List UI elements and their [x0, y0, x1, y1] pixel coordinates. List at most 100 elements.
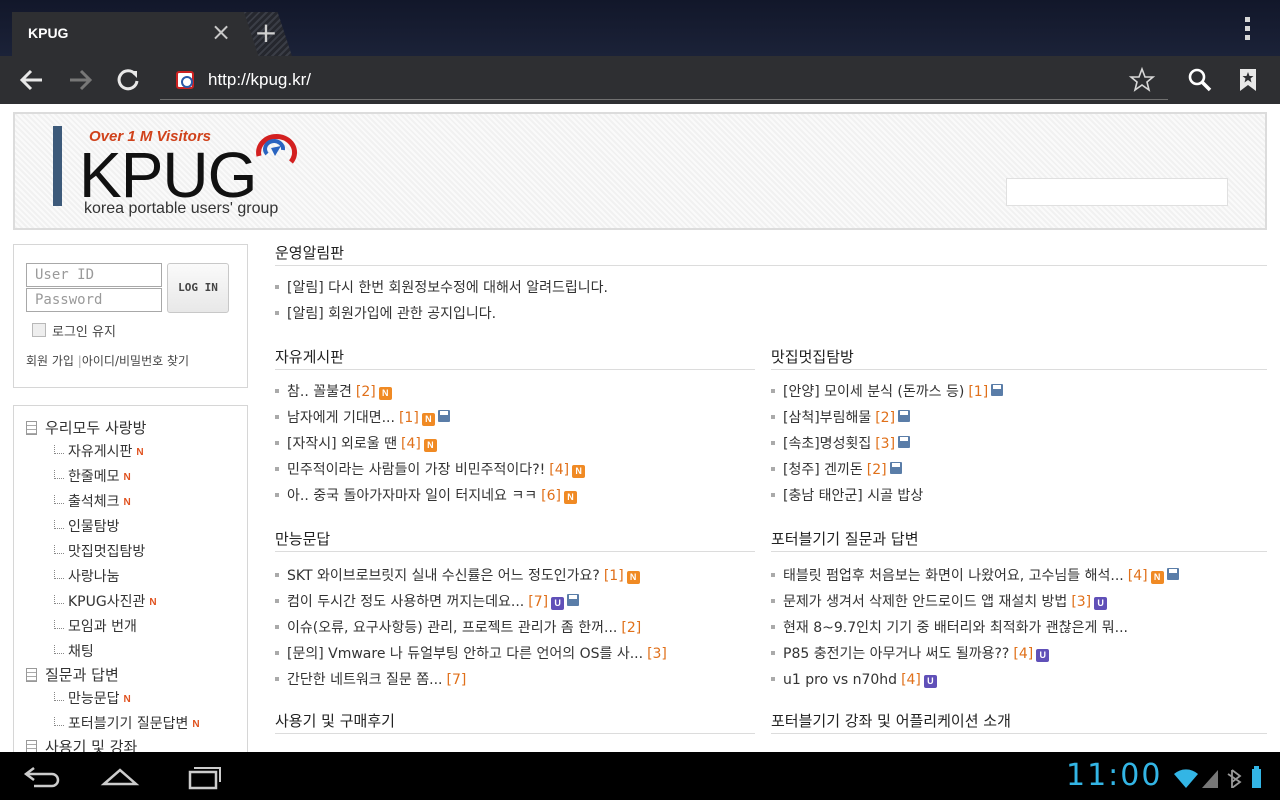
nav-category-qa[interactable]: 질문과 답변 — [26, 664, 119, 685]
login-links: 회원 가입 |아이디/비밀번호 찾기 — [26, 354, 190, 368]
tree-branch-icon — [54, 445, 64, 454]
notice-list: [알림] 다시 한번 회원정보수정에 대해서 알려드립니다. [알림] 회원가입… — [275, 275, 608, 327]
tree-branch-icon — [54, 470, 64, 479]
board-title-food[interactable]: 맛집멋집탐방 — [771, 346, 1267, 370]
status-icons[interactable] — [1172, 766, 1272, 788]
board-title-reviews[interactable]: 사용기 및 구매후기 — [275, 710, 755, 734]
list-item[interactable]: P85 충전기는 아무거나 써도 될까용?? [4] U — [771, 641, 1179, 667]
comment-count: [2] — [355, 384, 376, 400]
new-badge-icon: N — [563, 491, 577, 504]
list-item[interactable]: 이슈(오류, 요구사항등) 관리, 프로젝트 관리가 좀 한꺼... [2] — [275, 615, 667, 641]
find-account-link[interactable]: 아이디/비밀번호 찾기 — [82, 354, 189, 368]
overflow-menu-icon[interactable] — [1238, 14, 1258, 42]
reload-icon[interactable] — [108, 56, 148, 104]
bluetooth-icon — [1227, 769, 1242, 788]
system-recent-apps-icon[interactable] — [182, 760, 222, 792]
tree-branch-icon — [54, 595, 64, 604]
board-title-lectures[interactable]: 포터블기기 강좌 및 어플리케이션 소개 — [771, 710, 1267, 734]
list-item[interactable]: 간단한 네트워크 질문 쫌... [7] — [275, 667, 667, 693]
list-item[interactable]: 태블릿 펌업후 처음보는 화면이 나왔어요, 고수님들 해석... [4] N — [771, 563, 1179, 589]
back-arrow-icon[interactable] — [12, 56, 52, 104]
comment-count: [3] — [647, 646, 667, 662]
tree-branch-icon — [54, 692, 64, 701]
comment-count: [3] — [875, 436, 896, 452]
list-item[interactable]: [청주] 겐끼돈 [2] — [771, 457, 1003, 483]
new-badge-icon: N — [1150, 571, 1164, 584]
tree-branch-icon — [54, 620, 64, 629]
comment-count: [1] — [603, 568, 624, 584]
board-title-notice[interactable]: 운영알림판 — [275, 242, 1267, 266]
comment-count: [2] — [621, 620, 642, 636]
bookmarks-icon[interactable] — [1228, 56, 1268, 104]
login-button[interactable]: LOG IN — [167, 263, 229, 313]
signup-link[interactable]: 회원 가입 — [26, 354, 74, 368]
list-item[interactable]: 아.. 중국 돌아가자마자 일이 터지네요 ㅋㅋ [6] N — [275, 483, 585, 509]
attachment-icon — [898, 410, 911, 422]
url-text[interactable]: http://kpug.kr/ — [208, 70, 311, 90]
list-item[interactable]: 현재 8~9.7인치 기기 중 배터리와 최적화가 괜찮은게 뭐... — [771, 615, 1179, 641]
new-badge-icon: N — [378, 387, 392, 400]
nav-item-restaurants[interactable]: 맛집멋집탐방 — [54, 541, 145, 561]
nav-item-general-qa[interactable]: 만능문답 N — [54, 688, 131, 708]
new-badge: N — [149, 597, 157, 608]
list-item[interactable]: SKT 와이브로브릿지 실내 수신률은 어느 정도인가요? [1] N — [275, 563, 667, 589]
nav-item-people[interactable]: 인물탐방 — [54, 516, 120, 536]
food-board-list: [안양] 모이세 분식 (돈까스 등) [1] [삼척]부림해물 [2] [속초]명… — [771, 379, 1004, 509]
nav-item-free-board[interactable]: 자유게시판 N — [54, 441, 144, 461]
list-item[interactable]: 남자에게 기대면... [1] N — [275, 405, 585, 431]
list-item[interactable]: [삼척]부림해물 [2] — [771, 405, 1003, 431]
list-item[interactable]: 컴이 두시간 정도 사용하면 꺼지는데요... [7] U — [275, 589, 667, 615]
userid-input[interactable]: User ID — [26, 263, 162, 287]
nav-category-reviews[interactable]: 사용기 및 강좌 — [26, 736, 137, 752]
side-navigation: 우리모두 사랑방 자유게시판 N 한줄메모 N 출석체크 N 인물탐방 맛집멋집탐방 … — [13, 405, 248, 752]
nav-item-meetups[interactable]: 모임과 번개 — [54, 616, 137, 636]
address-bar[interactable]: http://kpug.kr/ — [160, 66, 1168, 100]
list-item[interactable]: [속초]명성횟집 [3] — [771, 431, 1003, 457]
browser-tab-strip: KPUG × + — [0, 0, 1280, 56]
wifi-icon — [1174, 769, 1198, 788]
system-home-icon[interactable] — [100, 760, 140, 792]
nav-item-portable-qa[interactable]: 포터블기기 질문답변 N — [54, 713, 200, 733]
system-back-icon[interactable] — [22, 760, 62, 792]
list-item[interactable]: [알림] 다시 한번 회원정보수정에 대해서 알려드립니다. — [275, 275, 608, 301]
search-icon[interactable] — [1180, 56, 1220, 104]
nav-item-photos[interactable]: KPUG사진관 N — [54, 591, 157, 611]
remember-checkbox[interactable] — [32, 323, 46, 337]
nav-item-sharing[interactable]: 사랑나눔 — [54, 566, 120, 586]
attachment-icon — [991, 384, 1004, 396]
nav-item-memo[interactable]: 한줄메모 N — [54, 466, 131, 486]
list-item[interactable]: 참.. 꼴불견 [2] N — [275, 379, 585, 405]
password-input[interactable]: Password — [26, 288, 162, 312]
star-icon[interactable] — [1122, 56, 1162, 104]
nav-item-attendance[interactable]: 출석체크 N — [54, 491, 131, 511]
comment-count: [7] — [446, 672, 467, 688]
tab-close-icon[interactable]: × — [209, 20, 233, 44]
bookmarks-icon — [1240, 69, 1256, 91]
attachment-icon — [889, 462, 902, 474]
board-title-free[interactable]: 자유게시판 — [275, 346, 755, 370]
list-item[interactable]: 문제가 생겨서 삭제한 안드로이드 앱 재설치 방법 [3] U — [771, 589, 1179, 615]
new-badge: N — [123, 497, 131, 508]
tree-branch-icon — [54, 570, 64, 579]
system-clock[interactable]: 11:00 — [1066, 756, 1162, 796]
list-item[interactable]: [안양] 모이세 분식 (돈까스 등) [1] — [771, 379, 1004, 405]
header-search-input[interactable] — [1006, 178, 1228, 206]
list-item[interactable]: [문의] Vmware 나 듀얼부팅 안하고 다른 언어의 OS를 사... [3… — [275, 641, 667, 667]
browser-tab-kpug[interactable]: KPUG × — [12, 12, 282, 56]
list-item[interactable]: [자작시] 외로울 땐 [4] N — [275, 431, 585, 457]
list-item[interactable]: 민주적이라는 사람들이 가장 비민주적이다?! [4] N — [275, 457, 586, 483]
plus-icon[interactable]: + — [254, 18, 278, 48]
qa-board-list: SKT 와이브로브릿지 실내 수신률은 어느 정도인가요? [1] N 컴이 두시간… — [275, 563, 667, 693]
tree-branch-icon — [54, 545, 64, 554]
nav-item-chat[interactable]: 채팅 — [54, 641, 94, 661]
list-item[interactable]: u1 pro vs n70hd [4] U — [771, 667, 1179, 693]
portable-qa-list: 태블릿 펌업후 처음보는 화면이 나왔어요, 고수님들 해석... [4] N 문제… — [771, 563, 1179, 693]
nav-category-lounge[interactable]: 우리모두 사랑방 — [26, 417, 146, 438]
list-item[interactable]: [알림] 회원가입에 관한 공지입니다. — [275, 301, 608, 327]
attachment-icon — [898, 436, 911, 448]
site-header: Over 1 M Visitors KPUG korea portable us… — [13, 112, 1267, 230]
list-item[interactable]: [충남 태안군] 시골 밥상 — [771, 483, 1003, 509]
forward-arrow-icon[interactable] — [60, 56, 100, 104]
board-title-portable-qa[interactable]: 포터블기기 질문과 답변 — [771, 528, 1267, 552]
board-title-qa[interactable]: 만능문답 — [275, 528, 755, 552]
